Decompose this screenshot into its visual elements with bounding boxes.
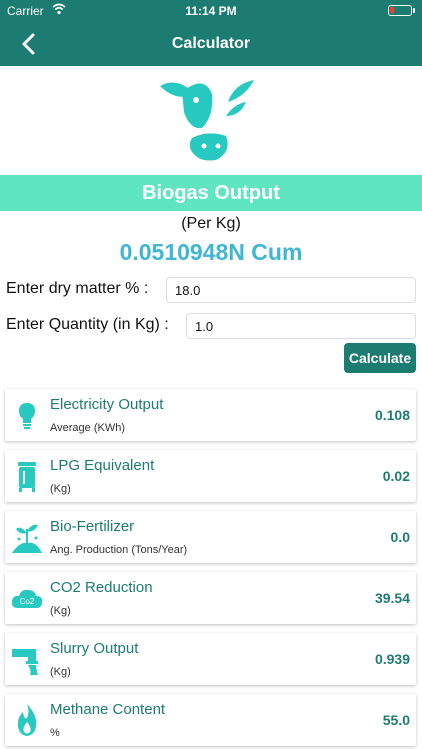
card-subtitle: % <box>50 727 60 739</box>
page-title: Calculator <box>171 35 251 52</box>
bulb-icon <box>19 403 35 429</box>
biogas-result-value: 0.0510948N Cum <box>119 239 303 265</box>
card-value: 0.0 <box>390 529 410 545</box>
card-methane-content: Methane Content % 55.0 <box>5 694 416 746</box>
biogas-output-title: Biogas Output <box>0 175 422 211</box>
plant-icon <box>12 524 42 553</box>
card-subtitle: Average (KWh) <box>50 422 125 434</box>
card-value: 0.108 <box>374 407 410 423</box>
battery-icon <box>388 5 415 16</box>
header: Carrier 11:14 PM Calculator <box>0 0 422 66</box>
card-co2-reduction: Co2 CO2 Reduction (Kg) 39.54 <box>5 572 416 624</box>
card-subtitle: (Kg) <box>50 483 71 495</box>
co2-cloud-icon: Co2 <box>11 589 43 608</box>
card-title: Electricity Output <box>50 396 164 413</box>
flame-icon <box>17 704 37 736</box>
card-subtitle: Ang. Production (Tons/Year) <box>50 544 188 556</box>
card-title: Slurry Output <box>50 640 139 657</box>
svg-text:Co2: Co2 <box>20 597 35 606</box>
dry-matter-label: Enter dry matter % : <box>6 280 149 297</box>
status-bar: Carrier 11:14 PM <box>0 0 422 22</box>
gas-cylinder-icon <box>18 462 36 492</box>
navbar: Calculator <box>0 22 422 66</box>
card-title: LPG Equivalent <box>50 457 155 474</box>
card-slurry-output: Slurry Output (Kg) 0.939 <box>5 633 416 685</box>
card-electricity-output: Electricity Output Average (KWh) 0.108 <box>5 389 416 441</box>
card-title: Methane Content <box>50 701 166 718</box>
cow-logo-icon <box>160 80 254 161</box>
card-title: Bio-Fertilizer <box>50 518 135 535</box>
card-value: 55.0 <box>382 712 410 728</box>
card-value: 39.54 <box>374 590 410 606</box>
card-value: 0.02 <box>382 468 410 484</box>
pipe-icon <box>12 649 38 675</box>
calculate-button[interactable]: Calculate <box>344 343 416 373</box>
per-kg-label: (Per Kg) <box>181 215 241 232</box>
card-title: CO2 Reduction <box>50 579 153 596</box>
card-lpg-equivalent: LPG Equivalent (Kg) 0.02 <box>5 450 416 502</box>
quantity-label: Enter Quantity (in Kg) : <box>6 316 169 333</box>
card-subtitle: (Kg) <box>50 666 71 678</box>
quantity-input[interactable] <box>186 313 416 339</box>
dry-matter-input[interactable] <box>166 277 416 303</box>
card-subtitle: (Kg) <box>50 605 71 617</box>
card-value: 0.939 <box>374 651 410 667</box>
clock: 11:14 PM <box>185 4 237 18</box>
card-bio-fertilizer: Bio-Fertilizer Ang. Production (Tons/Yea… <box>5 511 416 563</box>
